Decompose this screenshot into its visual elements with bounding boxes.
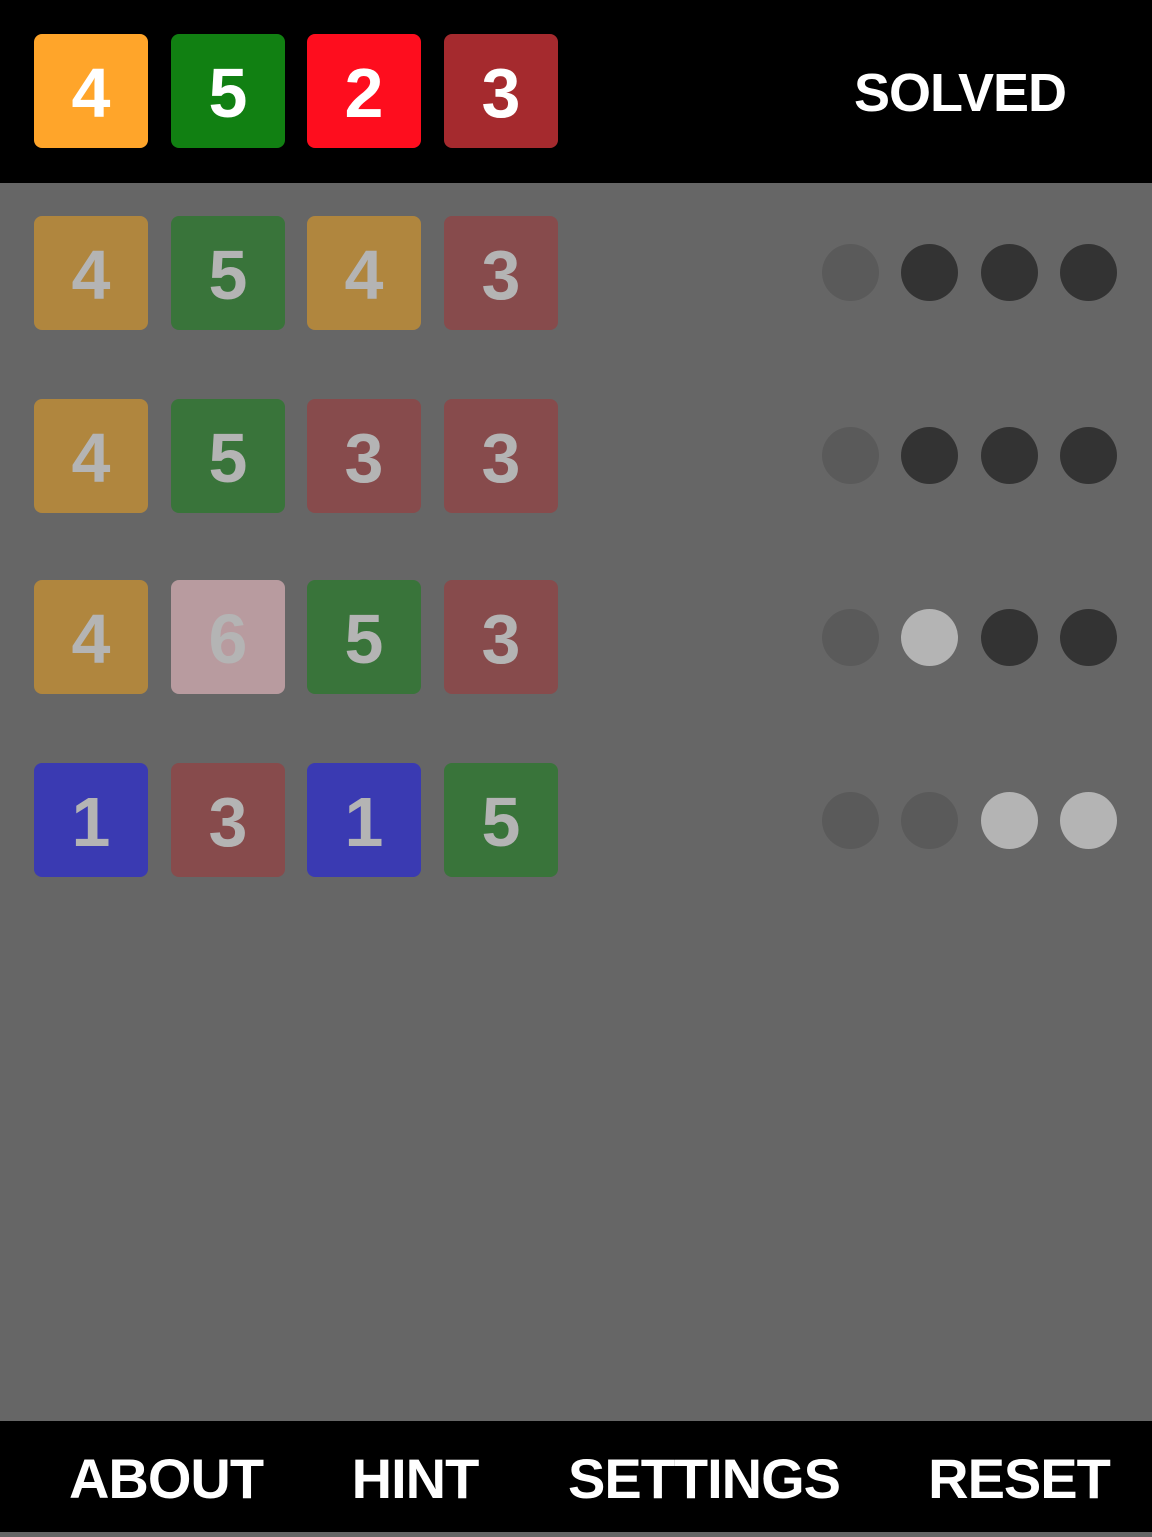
guess-tile: 4 <box>34 399 148 513</box>
tile-digit: 6 <box>208 600 248 678</box>
guess-tile: 3 <box>444 216 558 330</box>
solution-tile: 3 <box>444 34 558 148</box>
guess-tile: 5 <box>171 216 285 330</box>
tile-digit: 4 <box>71 236 111 314</box>
feedback-peg <box>822 609 879 666</box>
guess-tile: 5 <box>444 763 558 877</box>
feedback-peg <box>1060 609 1117 666</box>
tile-digit: 5 <box>481 783 521 861</box>
tile-digit: 5 <box>208 419 248 497</box>
feedback-peg <box>901 427 958 484</box>
tile-digit: 3 <box>481 419 521 497</box>
feedback-peg <box>981 427 1038 484</box>
feedback-peg <box>901 244 958 301</box>
tile-digit: 3 <box>208 783 248 861</box>
feedback-peg <box>981 792 1038 849</box>
tile-digit: 4 <box>344 236 384 314</box>
tile-digit: 5 <box>208 236 248 314</box>
guess-tile: 4 <box>34 216 148 330</box>
feedback-peg <box>981 244 1038 301</box>
tile-digit: 3 <box>481 236 521 314</box>
guess-tile: 1 <box>34 763 148 877</box>
tile-digit: 5 <box>208 54 248 132</box>
tile-digit: 5 <box>344 600 384 678</box>
settings-button[interactable]: SETTINGS <box>545 1421 863 1532</box>
guess-tile: 1 <box>307 763 421 877</box>
feedback-peg <box>822 427 879 484</box>
status-label: SOLVED <box>853 63 1067 123</box>
feedback-peg <box>822 244 879 301</box>
guess-tile: 5 <box>171 399 285 513</box>
feedback-peg <box>1060 792 1117 849</box>
guess-tile: 5 <box>307 580 421 694</box>
guess-tile: 3 <box>444 399 558 513</box>
solution-tile: 4 <box>34 34 148 148</box>
guess-tile: 3 <box>171 763 285 877</box>
solution-tile: 5 <box>171 34 285 148</box>
solution-tile: 2 <box>307 34 421 148</box>
feedback-peg <box>901 609 958 666</box>
tile-digit: 4 <box>71 419 111 497</box>
guess-tile: 3 <box>444 580 558 694</box>
tile-digit: 3 <box>344 419 384 497</box>
guess-tile: 4 <box>307 216 421 330</box>
feedback-peg <box>1060 427 1117 484</box>
about-button[interactable]: ABOUT <box>40 1421 292 1532</box>
guess-tile: 4 <box>34 580 148 694</box>
feedback-peg <box>1060 244 1117 301</box>
feedback-peg <box>981 609 1038 666</box>
tile-digit: 4 <box>71 54 111 132</box>
tile-digit: 3 <box>481 54 521 132</box>
tile-digit: 3 <box>481 600 521 678</box>
hint-button[interactable]: HINT <box>320 1421 510 1532</box>
feedback-peg <box>822 792 879 849</box>
guess-tile: 6 <box>171 580 285 694</box>
tile-digit: 1 <box>71 783 111 861</box>
tile-digit: 4 <box>71 600 111 678</box>
feedback-peg <box>901 792 958 849</box>
reset-button[interactable]: RESET <box>905 1421 1133 1532</box>
tile-digit: 1 <box>344 783 384 861</box>
guess-tile: 3 <box>307 399 421 513</box>
tile-digit: 2 <box>344 54 384 132</box>
